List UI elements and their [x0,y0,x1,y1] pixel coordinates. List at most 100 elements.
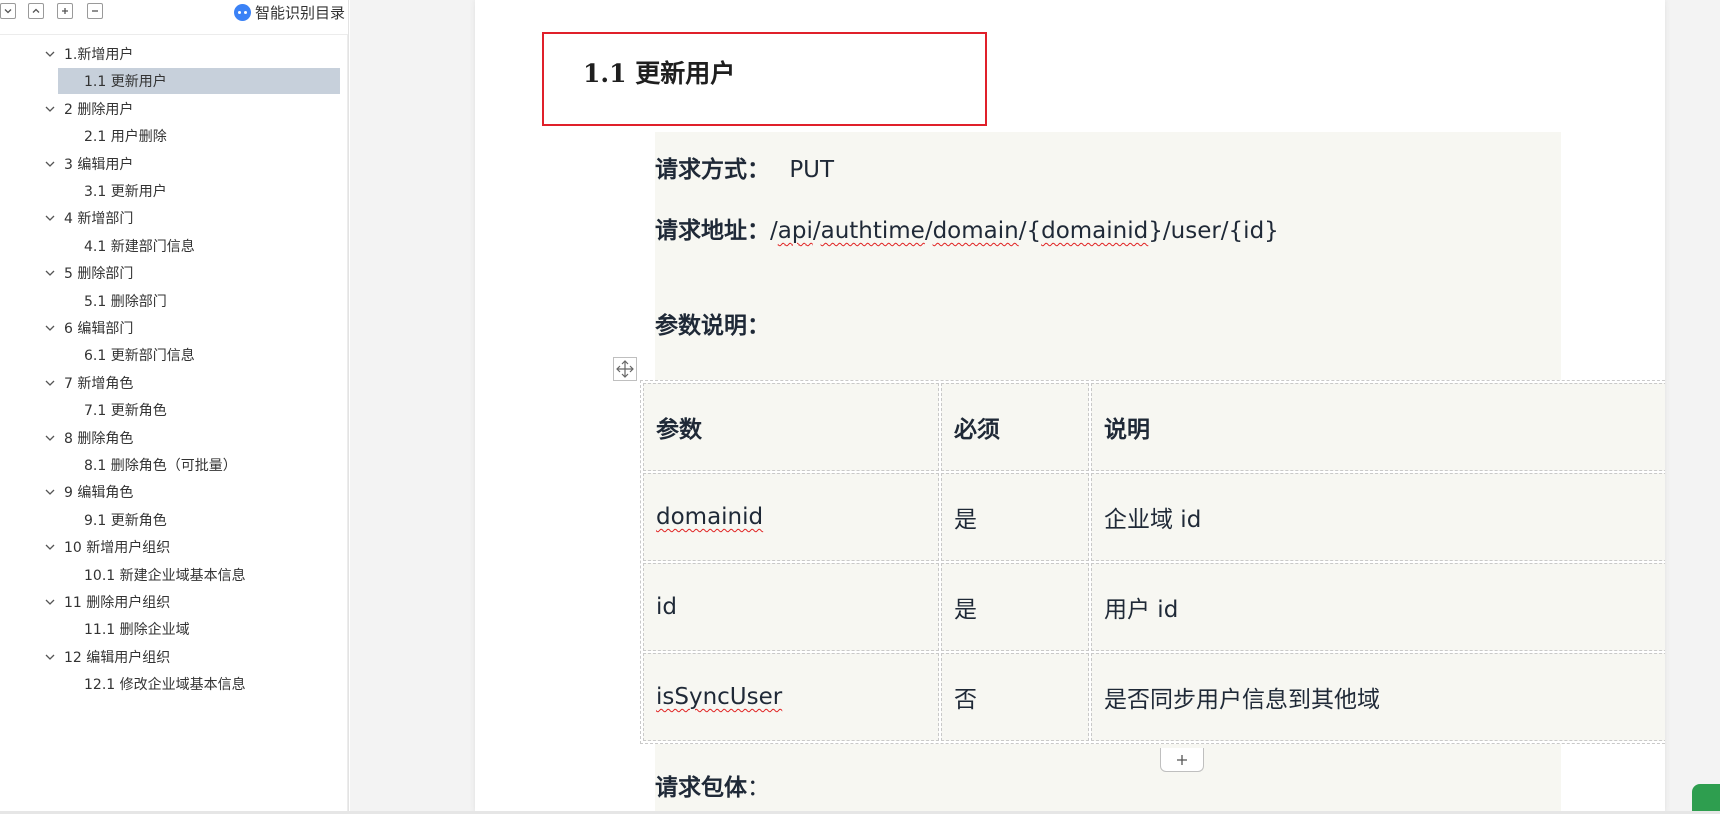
table-cell-description[interactable]: 企业域 id [1091,473,1665,561]
table-cell-required[interactable]: 是 [941,473,1089,561]
toc-item-label: 11 删除用户组织 [64,595,171,611]
toc-section-item[interactable]: 6 编辑部门 [0,315,133,341]
toc-subsection-item[interactable]: 3.1 更新用户 [0,178,167,204]
toc-section-item[interactable]: 1.新增用户 [0,41,133,67]
chevron-down-icon[interactable] [44,158,56,170]
add-table-row-button[interactable] [1160,748,1204,772]
section-heading[interactable]: 1.1 更新用户 [583,54,735,90]
params-table: 参数 必须 说明 domainid 是 企业域 id id 是 用户 id is… [640,380,1665,744]
toc-item-label: 1.新增用户 [64,47,134,63]
document-page: 1.1 更新用户 请求方式： PUT 请求地址：/api/authtime/do… [475,0,1665,814]
toc-sidebar: 智能识别目录 1.新增用户 1.1 更新用户 2 删除用户 2.1 用户删除 3 编辑用… [0,0,349,814]
table-cell-required[interactable]: 是 [941,563,1089,651]
table-cell-param[interactable]: isSyncUser [643,653,939,741]
toc-item-label: 7.1 更新角色 [84,403,167,420]
chevron-down-icon[interactable] [44,103,56,115]
table-move-handle[interactable] [613,357,637,381]
toc-subsection-item[interactable]: 9.1 更新角色 [0,507,167,533]
table-row: isSyncUser 否 是否同步用户信息到其他域 [643,653,1665,741]
toc-subsection-item[interactable]: 10.1 新建企业域基本信息 [0,562,246,588]
chevron-down-icon[interactable] [44,541,56,553]
toc-section-item[interactable]: 3 编辑用户 [0,151,133,177]
toc-item-label: 2 删除用户 [64,101,134,118]
request-method-label: 请求方式： [655,157,770,183]
header-cell-param[interactable]: 参数 [643,383,939,471]
collapse-all-button[interactable] [28,3,44,19]
plus-icon [1177,754,1187,765]
chevron-down-icon[interactable] [44,212,56,224]
chevron-down-icon[interactable] [44,48,56,60]
toc-item-label: 4 新增部门 [64,211,134,228]
toc-section-item[interactable]: 4 新增部门 [0,205,133,231]
toc-item-label: 6 编辑部门 [64,321,134,337]
toc-section-item[interactable]: 11 删除用户组织 [0,589,170,615]
request-body-label: 请求包体 [655,775,747,801]
minus-icon [92,10,98,12]
toc-item-label: 12.1 修改企业域基本信息 [84,677,246,694]
toc-section-item[interactable]: 2 删除用户 [0,96,133,122]
toc-section-item[interactable]: 5 删除部门 [0,260,133,286]
toc-section-item[interactable]: 9 编辑角色 [0,479,133,505]
toc-item-label: 10.1 新建企业域基本信息 [84,567,246,584]
chevron-down-icon[interactable] [44,486,56,498]
smart-toc-label: 智能识别目录 [254,3,345,22]
toc-section-item[interactable]: 8 删除角色 [0,425,133,451]
chevron-down-icon[interactable] [44,267,56,279]
toc-subsection-item[interactable]: 12.1 修改企业域基本信息 [0,671,246,697]
toc-item-label: 7 新增角色 [64,375,134,392]
robot-icon [233,3,251,21]
params-description-label[interactable]: 参数说明： [655,306,770,340]
toc-section-item[interactable]: 12 编辑用户组织 [0,644,170,670]
toc-item-label: 5.1 删除部门 [84,293,167,310]
toc-subsection-item[interactable]: 8.1 删除角色（可批量） [0,452,237,478]
spellcheck-word: domain [932,218,1019,244]
toc-panel: 1.新增用户 1.1 更新用户 2 删除用户 2.1 用户删除 3 编辑用户 3.1 更新… [0,34,348,814]
toc-item-label: 10 新增用户组织 [64,540,171,557]
table-cell-description[interactable]: 是否同步用户信息到其他域 [1091,653,1665,741]
chevron-down-icon[interactable] [44,432,56,444]
floating-assistant-tab[interactable] [1692,784,1720,814]
toc-section-item[interactable]: 10 新增用户组织 [0,534,170,560]
table-cell-description[interactable]: 用户 id [1091,563,1665,651]
toc-subsection-item[interactable]: 6.1 更新部门信息 [0,342,195,368]
table-cell-param[interactable]: id [643,563,939,651]
table-row: id 是 用户 id [643,563,1665,651]
spellcheck-word: authtime [820,218,925,244]
toc-item-label: 12 编辑用户组织 [64,649,171,666]
request-body-line[interactable]: 请求包体： [655,768,770,802]
chevron-down-icon[interactable] [44,596,56,608]
chevron-up-icon [32,8,40,13]
toc-subsection-item[interactable]: 2.1 用户删除 [0,123,167,149]
request-url-line[interactable]: 请求地址：/api/authtime/domain/{domainid}/use… [655,211,1279,245]
toc-subsection-item[interactable]: 4.1 新建部门信息 [0,233,195,259]
chevron-down-icon[interactable] [44,322,56,334]
chevron-down-icon[interactable] [44,377,56,389]
table-header-row: 参数 必须 说明 [643,383,1665,471]
add-heading-button[interactable] [57,3,73,19]
header-cell-required[interactable]: 必须 [941,383,1089,471]
expand-all-button[interactable] [0,3,16,19]
move-icon [616,360,634,378]
plus-icon [62,8,68,14]
header-cell-description[interactable]: 说明 [1091,383,1665,471]
chevron-down-icon[interactable] [44,651,56,663]
toc-item-label: 2.1 用户删除 [84,129,167,146]
remove-heading-button[interactable] [87,3,103,19]
request-method-line[interactable]: 请求方式： PUT [655,150,834,184]
request-url-label: 请求地址： [655,218,770,244]
toc-subsection-item[interactable]: 7.1 更新角色 [0,397,167,423]
toc-item-label: 8.1 删除角色（可批量） [84,458,237,474]
table-cell-param[interactable]: domainid [643,473,939,561]
toc-item-label: 3.1 更新用户 [84,184,167,200]
toc-subsection-item[interactable]: 11.1 删除企业域 [0,616,190,642]
table-cell-required[interactable]: 否 [941,653,1089,741]
smart-toc-button[interactable]: 智能识别目录 [233,1,345,23]
toc-item-label: 9.1 更新角色 [84,512,167,529]
chevron-down-icon [4,9,12,14]
toc-subsection-item[interactable]: 5.1 删除部门 [0,288,167,314]
toc-subsection-item[interactable]: 1.1 更新用户 [58,68,340,95]
toc-section-item[interactable]: 7 新增角色 [0,370,133,396]
toc-item-label: 4.1 新建部门信息 [84,238,195,255]
toc-item-label: 8 删除角色 [64,430,134,447]
toc-item-label: 6.1 更新部门信息 [84,348,195,365]
